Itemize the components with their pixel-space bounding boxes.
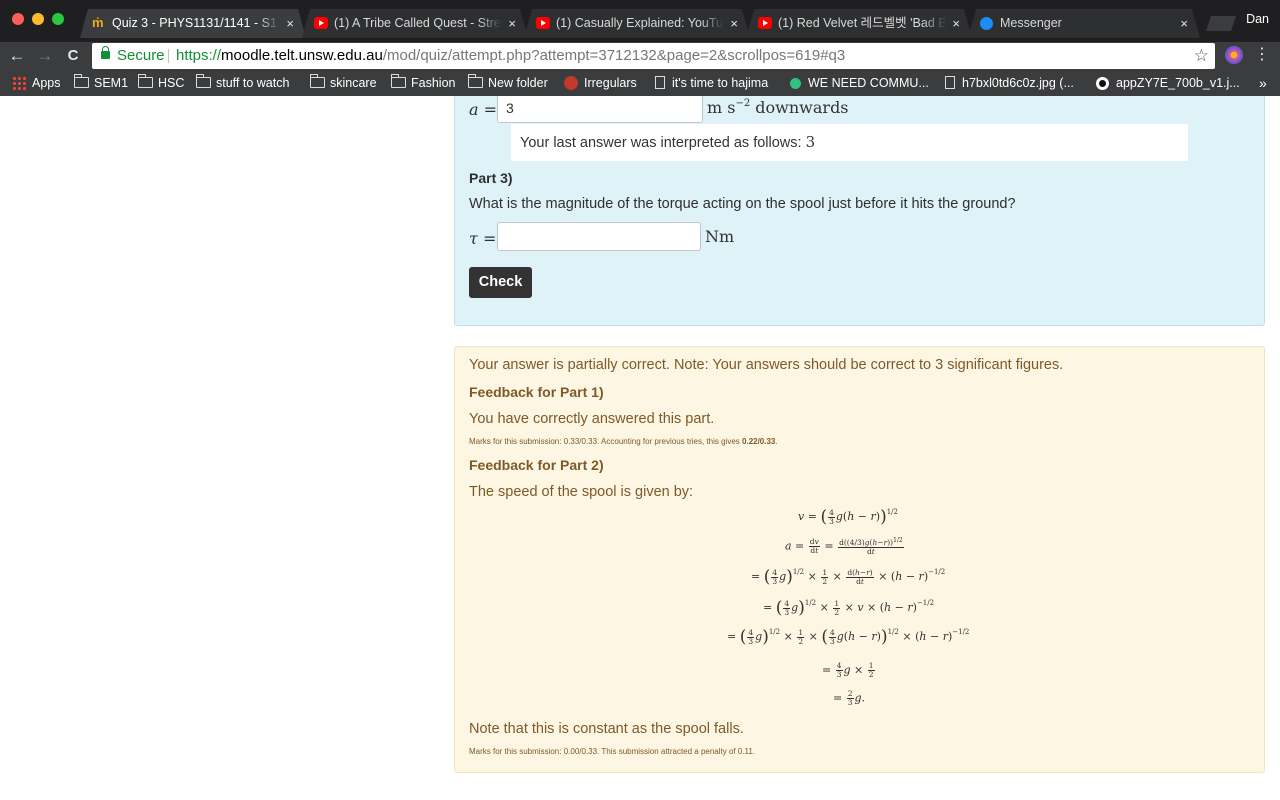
feedback-part1-heading: Feedback for Part 1): [469, 384, 604, 400]
part2-units: m s−2 downwards: [707, 98, 849, 117]
green-dot-icon: [790, 78, 801, 89]
page-icon: [945, 76, 955, 89]
part3-answer-input[interactable]: [497, 222, 701, 251]
folder-icon: [137, 74, 153, 88]
youtube-icon: [758, 17, 772, 29]
folder-icon: [390, 74, 406, 88]
feedback-general-text: Your answer is partially correct. Note: …: [469, 357, 1064, 373]
youtube-icon: [314, 17, 328, 29]
bookmarks-overflow-button[interactable]: »: [1259, 70, 1267, 96]
feedback-part1-text: You have correctly answered this part.: [469, 411, 715, 427]
feedback-part2-heading: Feedback for Part 2): [469, 457, 604, 473]
tab-messenger[interactable]: Messenger ×: [968, 9, 1200, 38]
address-bar[interactable]: Secure https://moodle.telt.unsw.edu.au/m…: [92, 43, 1215, 69]
tab-tribe-called-quest[interactable]: (1) A Tribe Called Quest - Stre ×: [302, 9, 528, 38]
part3-variable-label: τ =: [469, 229, 497, 248]
forward-button[interactable]: →: [34, 45, 56, 67]
reload-icon: C: [67, 47, 79, 64]
browser-menu-icon[interactable]: ⋮: [1254, 44, 1270, 64]
interpretation-box: Your last answer was interpreted as foll…: [511, 124, 1188, 161]
page-content: a = 3 m s−2 downwards Your last answer w…: [0, 96, 1280, 800]
tab-close-icon[interactable]: ×: [952, 9, 960, 38]
equation-expanded: = (4 3 g)1/2 × 12 × (4 3 g(h − r))1/2 × (h −…: [727, 627, 970, 647]
feedback-part2-note: Note that this is constant as the spool …: [469, 721, 744, 737]
equation-acceleration-def: a = dv dt = d((4/3)g(h−r))1/2 dt: [785, 537, 904, 556]
back-button[interactable]: ←: [6, 45, 28, 67]
secure-label: Secure: [117, 47, 165, 64]
reload-button[interactable]: C: [62, 45, 84, 67]
folder-icon: [309, 74, 325, 88]
equation-substitute-v: = (4 3 g)1/2 × 12 × v × (h − r)−1/2: [763, 598, 935, 618]
folder-icon: [73, 74, 89, 88]
equation-chain-rule: = (4 3 g)1/2 × 12 × d(h−r) dt × (h − r)−1/2: [751, 567, 946, 587]
interpretation-value: 3: [805, 133, 816, 151]
tab-quiz-3[interactable]: ṁ Quiz 3 - PHYS1131/1141 - S1 2 ×: [80, 9, 306, 38]
feedback-panel: Your answer is partially correct. Note: …: [454, 346, 1265, 773]
browser-titlebar: ṁ Quiz 3 - PHYS1131/1141 - S1 2 × (1) A …: [0, 0, 1280, 42]
maximize-window-button[interactable]: [52, 13, 64, 25]
tab-red-velvet[interactable]: (1) Red Velvet 레드벨벳 'Bad Bo ×: [746, 9, 972, 38]
minimize-window-button[interactable]: [32, 13, 44, 25]
moodle-icon: ṁ: [92, 15, 104, 30]
lock-icon: [101, 46, 110, 59]
folder-icon: [195, 74, 211, 88]
tab-close-icon[interactable]: ×: [1180, 9, 1188, 38]
apps-icon: [12, 76, 26, 90]
feedback-part2-marks: Marks for this submission: 0.00/0.33. Th…: [469, 747, 756, 756]
irregulars-icon: [564, 76, 578, 90]
tab-casually-explained[interactable]: (1) Casually Explained: YouTube ×: [524, 9, 750, 38]
instagram-extension-icon[interactable]: [1225, 46, 1243, 64]
profile-name[interactable]: Dan: [1246, 12, 1269, 26]
youtube-icon: [536, 17, 550, 29]
messenger-icon: [980, 17, 993, 30]
tab-close-icon[interactable]: ×: [286, 9, 294, 38]
browser-toolbar: ← → C Secure https://moodle.telt.unsw.ed…: [0, 42, 1280, 70]
page-icon: [655, 76, 665, 89]
equation-result: = 2 3 g.: [833, 689, 866, 707]
close-window-button[interactable]: [12, 13, 24, 25]
url-text: https://moodle.telt.unsw.edu.au/mod/quiz…: [176, 47, 846, 64]
check-button[interactable]: Check: [469, 267, 532, 298]
part2-answer-input[interactable]: 3: [497, 96, 703, 123]
feedback-part1-marks: Marks for this submission: 0.33/0.33. Ac…: [469, 437, 778, 446]
folder-icon: [467, 74, 483, 88]
bookmarks-bar: Apps SEM1 HSC stuff to watch skincare Fa…: [0, 70, 1280, 96]
new-tab-button[interactable]: [1206, 16, 1236, 31]
circle-icon: [1096, 77, 1109, 90]
part3-question-text: What is the magnitude of the torque acti…: [469, 196, 1016, 212]
part3-heading: Part 3): [469, 170, 513, 186]
omnibox-divider: [168, 49, 169, 63]
feedback-part2-text: The speed of the spool is given by:: [469, 484, 694, 500]
tab-close-icon[interactable]: ×: [730, 9, 738, 38]
part2-variable-label: a =: [469, 100, 498, 119]
equation-speed: v = (4 3 g(h − r))1/2: [798, 507, 898, 527]
tab-close-icon[interactable]: ×: [508, 9, 516, 38]
bookmark-star-icon[interactable]: ☆: [1194, 43, 1209, 69]
equation-simplified: = 43g × 12: [822, 661, 875, 679]
question-panel: a = 3 m s−2 downwards Your last answer w…: [454, 96, 1265, 326]
part3-units: Nm: [705, 227, 735, 246]
